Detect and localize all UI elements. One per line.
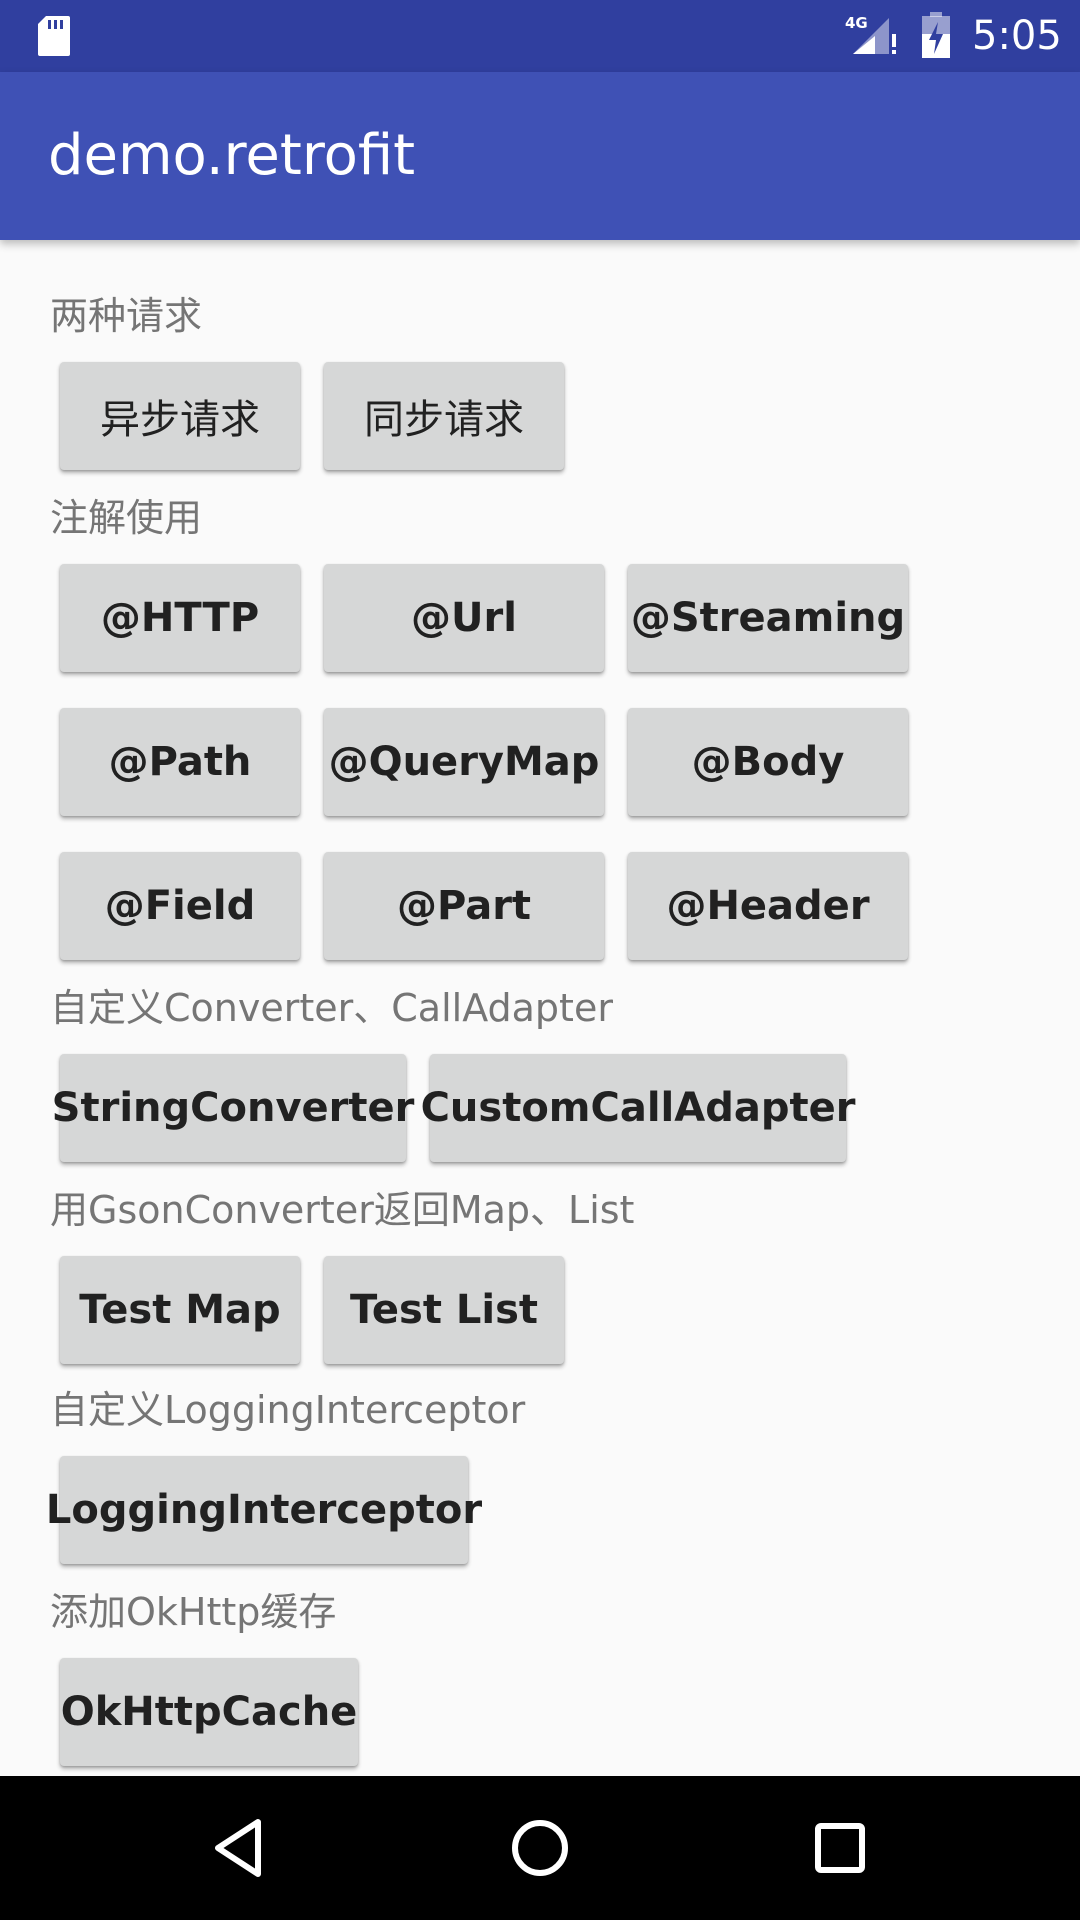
- path-annotation-button[interactable]: @Path: [60, 708, 300, 816]
- section-label-gson: 用GsonConverter返回Map、List: [50, 1188, 635, 1232]
- body-annotation-button[interactable]: @Body: [628, 708, 908, 816]
- svg-text:4G: 4G: [845, 14, 868, 32]
- section-label-converters: 自定义Converter、CallAdapter: [50, 986, 613, 1030]
- sd-card-icon: [38, 16, 70, 56]
- querymap-annotation-button[interactable]: @QueryMap: [324, 708, 604, 816]
- part-annotation-button[interactable]: @Part: [324, 852, 604, 960]
- test-list-button[interactable]: Test List: [324, 1256, 564, 1364]
- http-annotation-button[interactable]: @HTTP: [60, 564, 300, 672]
- url-annotation-button[interactable]: @Url: [324, 564, 604, 672]
- okhttp-cache-button[interactable]: OkHttpCache: [60, 1658, 358, 1766]
- app-title: demo.retrofit: [48, 123, 416, 188]
- custom-call-adapter-button[interactable]: CustomCallAdapter: [421, 1054, 855, 1162]
- screen: 4G 5:05 demo.retrofit 两种请求 异步请求 同步请求 注解使…: [0, 0, 1080, 1920]
- string-converter-button[interactable]: StringConverter: [52, 1054, 414, 1162]
- navigation-bar: [0, 1776, 1080, 1920]
- signal-4g-icon: 4G: [845, 14, 896, 54]
- sync-request-button[interactable]: 同步请求: [324, 362, 564, 470]
- section-label-annotations: 注解使用: [50, 496, 203, 540]
- status-clock: 5:05: [972, 13, 1062, 59]
- streaming-annotation-button[interactable]: @Streaming: [628, 564, 908, 672]
- battery-charging-icon: [922, 12, 950, 58]
- test-map-button[interactable]: Test Map: [60, 1256, 300, 1364]
- section-label-logging: 自定义LoggingInterceptor: [50, 1388, 526, 1432]
- app-bar: demo.retrofit: [0, 72, 1080, 240]
- recents-icon[interactable]: [808, 1816, 872, 1880]
- field-annotation-button[interactable]: @Field: [60, 852, 300, 960]
- section-label-requests: 两种请求: [50, 294, 203, 338]
- status-bar: 4G 5:05: [0, 0, 1080, 72]
- home-icon[interactable]: [508, 1816, 572, 1880]
- section-label-cache: 添加OkHttp缓存: [50, 1590, 337, 1634]
- async-request-button[interactable]: 异步请求: [60, 362, 300, 470]
- content-scroll[interactable]: 两种请求 异步请求 同步请求 注解使用 @HTTP @Url @Streamin…: [0, 240, 1080, 1776]
- back-icon[interactable]: [208, 1816, 272, 1880]
- header-annotation-button[interactable]: @Header: [628, 852, 908, 960]
- logging-interceptor-button[interactable]: LoggingInterceptor: [46, 1456, 482, 1564]
